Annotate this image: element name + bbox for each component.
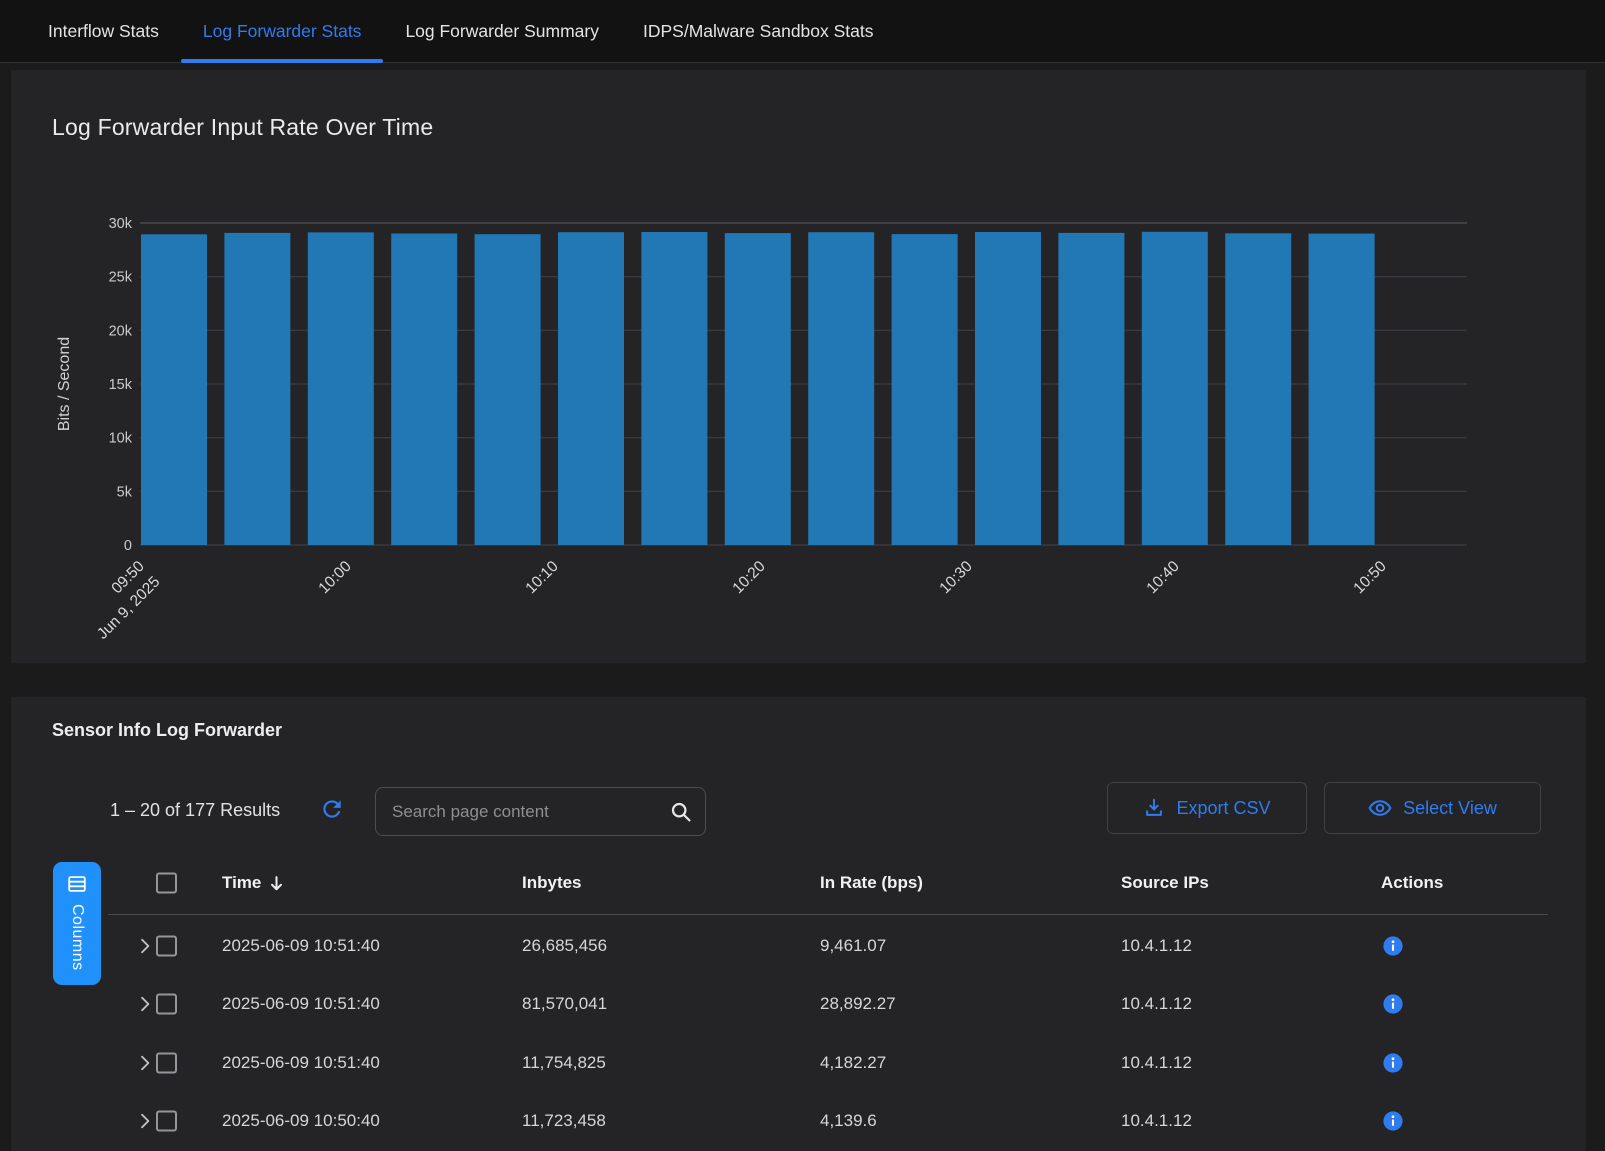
refresh-icon [319,810,345,825]
svg-text:20k: 20k [109,323,133,339]
row-expand-chevron-icon[interactable] [135,1053,155,1073]
select-all-checkbox[interactable] [156,873,177,894]
search-input[interactable] [376,788,705,835]
row-expand-chevron-icon[interactable] [135,1111,155,1131]
svg-text:10:40: 10:40 [1143,558,1183,598]
table-row: 2025-06-09 10:51:40 26,685,456 9,461.07 … [11,917,1586,975]
cell-inbytes: 11,754,825 [522,1053,606,1073]
svg-text:15k: 15k [109,377,133,393]
svg-text:10:20: 10:20 [729,558,769,598]
tab-log-forwarder-summary[interactable]: Log Forwarder Summary [383,0,621,62]
row-checkbox[interactable] [156,1053,177,1074]
tab-log-forwarder-stats[interactable]: Log Forwarder Stats [181,0,384,62]
svg-text:10:10: 10:10 [522,558,562,598]
export-csv-button[interactable]: Export CSV [1107,782,1307,834]
table-header-row: Time Inbytes In Rate (bps) Source IPs Ac… [11,866,1586,900]
results-count: 1 – 20 of 177 Results [110,800,280,821]
cell-source-ips: 10.4.1.12 [1121,1053,1192,1073]
info-icon[interactable] [1382,935,1404,957]
search-icon[interactable] [669,800,693,824]
cell-time: 2025-06-09 10:51:40 [222,994,380,1014]
table-row: 2025-06-09 10:51:40 11,754,825 4,182.27 … [11,1034,1586,1092]
svg-text:09:50Jun 9, 2025: 09:50Jun 9, 2025 [79,558,164,643]
chart-panel: Log Forwarder Input Rate Over Time 05k10… [11,70,1586,663]
cell-source-ips: 10.4.1.12 [1121,1111,1192,1131]
info-icon[interactable] [1382,993,1404,1015]
select-view-label: Select View [1403,798,1497,819]
input-rate-bar-chart: 0 5k 10k 15k 20k 25k 30k 09:50Jun 9, 2025 10:00 1… [11,70,1586,663]
cell-source-ips: 10.4.1.12 [1121,936,1192,956]
cell-time: 2025-06-09 10:51:40 [222,936,380,956]
search-box [375,787,706,836]
download-icon [1143,797,1165,819]
header-separator [108,914,1548,915]
table-title: Sensor Info Log Forwarder [52,720,282,741]
tab-bar: Interflow Stats Log Forwarder Stats Log … [0,0,1605,63]
refresh-button[interactable] [319,796,345,822]
cell-inbytes: 81,570,041 [522,994,607,1014]
table-row: 2025-06-09 10:51:40 81,570,041 28,892.27… [11,975,1586,1033]
export-csv-label: Export CSV [1176,798,1270,819]
cell-in-rate: 28,892.27 [820,994,896,1014]
cell-inbytes: 11,723,458 [522,1111,606,1131]
select-view-button[interactable]: Select View [1324,782,1541,834]
svg-text:0: 0 [124,538,132,554]
cell-in-rate: 9,461.07 [820,936,886,956]
cell-time: 2025-06-09 10:51:40 [222,1053,380,1073]
sort-desc-icon [268,875,285,892]
cell-in-rate: 4,139.6 [820,1111,877,1131]
info-icon[interactable] [1382,1052,1404,1074]
svg-text:5k: 5k [117,484,133,500]
column-header-inbytes[interactable]: Inbytes [522,866,582,900]
row-expand-chevron-icon[interactable] [135,994,155,1014]
cell-source-ips: 10.4.1.12 [1121,994,1192,1014]
svg-text:10k: 10k [109,431,133,447]
info-icon[interactable] [1382,1110,1404,1132]
row-checkbox[interactable] [156,994,177,1015]
table-panel: Sensor Info Log Forwarder 1 – 20 of 177 … [11,697,1586,1151]
column-header-time-label: Time [222,873,261,893]
cell-in-rate: 4,182.27 [820,1053,886,1073]
column-header-time[interactable]: Time [222,866,285,900]
tab-idps-malware-sandbox-stats[interactable]: IDPS/Malware Sandbox Stats [621,0,896,62]
column-header-source-ips[interactable]: Source IPs [1121,866,1209,900]
row-checkbox[interactable] [156,936,177,957]
svg-text:10:00: 10:00 [315,558,355,598]
cell-time: 2025-06-09 10:50:40 [222,1111,380,1131]
column-header-actions[interactable]: Actions [1381,866,1443,900]
svg-text:Bits / Second: Bits / Second [56,337,73,431]
svg-text:10:50: 10:50 [1350,558,1390,598]
table-row: 2025-06-09 10:50:40 11,723,458 4,139.6 1… [11,1092,1586,1150]
cell-inbytes: 26,685,456 [522,936,607,956]
row-expand-chevron-icon[interactable] [135,936,155,956]
row-checkbox[interactable] [156,1111,177,1132]
svg-text:30k: 30k [109,216,133,232]
svg-text:10:30: 10:30 [936,558,976,598]
column-header-in-rate[interactable]: In Rate (bps) [820,866,923,900]
svg-text:25k: 25k [109,270,133,286]
tab-interflow-stats[interactable]: Interflow Stats [26,0,181,62]
eye-icon [1368,796,1392,820]
screen: Interflow Stats Log Forwarder Stats Log … [0,0,1605,1151]
